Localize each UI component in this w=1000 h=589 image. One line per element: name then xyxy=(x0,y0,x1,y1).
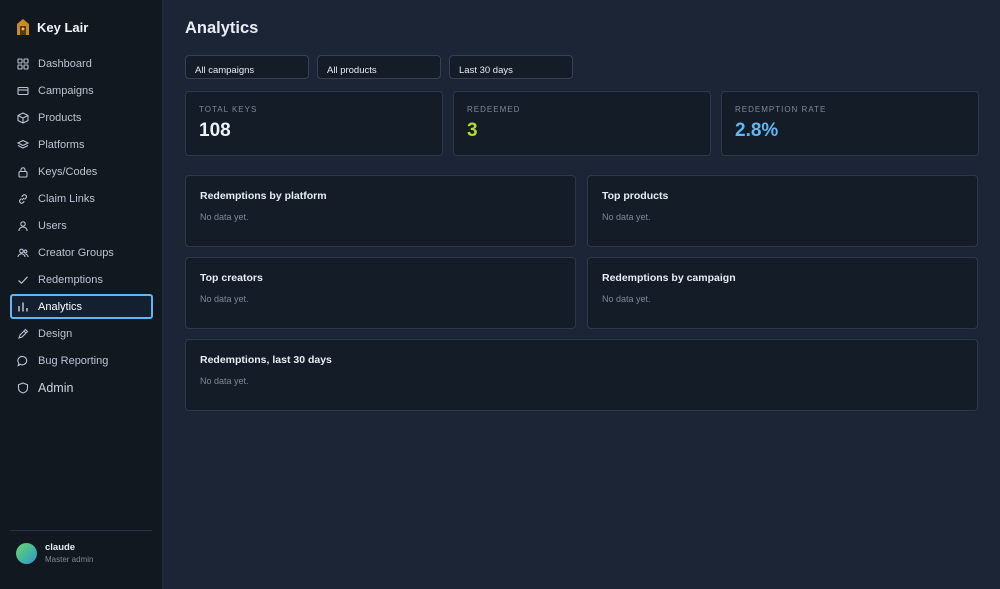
panel-top-creators: Top creators No data yet. xyxy=(185,257,576,329)
sidebar-nav: Dashboard Campaigns Products Platforms K… xyxy=(10,51,153,402)
empty-state: No data yet. xyxy=(200,294,249,304)
sidebar-item-label: Users xyxy=(38,219,67,232)
sidebar-item-label: Bug Reporting xyxy=(38,354,109,367)
user-name: claude xyxy=(45,542,76,553)
brand[interactable]: Key Lair xyxy=(17,19,88,35)
sidebar-item-label: Products xyxy=(38,111,82,124)
sidebar-item-label: Admin xyxy=(38,380,74,395)
panel-redemptions-last-30-days: Redemptions, last 30 days No data yet. xyxy=(185,339,978,411)
empty-state: No data yet. xyxy=(602,212,651,222)
stat-card-redemption-rate: REDEMPTION RATE 2.8% xyxy=(721,91,979,156)
stat-value: 108 xyxy=(199,120,231,141)
sidebar-item-claim-links[interactable]: Claim Links xyxy=(10,186,153,211)
empty-state: No data yet. xyxy=(602,294,651,304)
sidebar-item-redemptions[interactable]: Redemptions xyxy=(10,267,153,292)
sidebar-item-label: Design xyxy=(38,327,73,340)
stat-label: TOTAL KEYS xyxy=(199,105,258,114)
user-info: claude Master admin xyxy=(45,542,93,564)
brand-name: Key Lair xyxy=(37,19,89,35)
sidebar-item-campaigns[interactable]: Campaigns xyxy=(10,78,153,103)
grid-icon xyxy=(17,57,29,70)
sidebar-item-label: Campaigns xyxy=(38,84,94,97)
panel-title: Top products xyxy=(602,190,669,202)
main-content: Analytics All campaigns All products Las… xyxy=(163,0,1000,589)
panel-title: Redemptions by campaign xyxy=(602,272,736,284)
sidebar-item-label: Keys/Codes xyxy=(38,165,98,178)
panel-title: Top creators xyxy=(200,272,263,284)
product-filter-select[interactable]: All products xyxy=(317,55,441,79)
date-range-select[interactable]: Last 30 days xyxy=(449,55,573,79)
panel-redemptions-by-platform: Redemptions by platform No data yet. xyxy=(185,175,576,247)
user-profile[interactable]: claude Master admin xyxy=(10,530,152,564)
check-icon xyxy=(18,275,28,284)
stat-label: REDEEMED xyxy=(467,105,521,114)
sidebar-item-label: Redemptions xyxy=(38,273,103,286)
stat-card-redeemed: REDEEMED 3 xyxy=(453,91,711,156)
sidebar-item-keys-codes[interactable]: Keys/Codes xyxy=(10,159,153,184)
empty-state: No data yet. xyxy=(200,376,249,386)
sidebar-item-design[interactable]: Design xyxy=(10,321,153,346)
sidebar-item-label: Dashboard xyxy=(38,57,92,70)
empty-state: No data yet. xyxy=(200,212,249,222)
sidebar-item-creator-groups[interactable]: Creator Groups xyxy=(10,240,153,265)
panel-title: Redemptions, last 30 days xyxy=(200,354,332,366)
panel-top-products: Top products No data yet. xyxy=(587,175,978,247)
sidebar-item-bug-reporting[interactable]: Bug Reporting xyxy=(10,348,153,373)
campaign-filter-select[interactable]: All campaigns xyxy=(185,55,309,79)
panel-redemptions-by-campaign: Redemptions by campaign No data yet. xyxy=(587,257,978,329)
stat-value: 3 xyxy=(467,120,478,141)
sidebar-item-products[interactable]: Products xyxy=(10,105,153,130)
stat-label: REDEMPTION RATE xyxy=(735,105,827,114)
sidebar-item-label: Platforms xyxy=(38,138,85,151)
user-role: Master admin xyxy=(45,555,94,564)
lock-icon xyxy=(18,166,28,178)
filter-bar: All campaigns All products Last 30 days xyxy=(185,55,573,79)
sidebar-item-admin[interactable]: Admin xyxy=(10,375,153,400)
user-icon xyxy=(18,220,28,231)
users-icon xyxy=(17,248,29,257)
sidebar-item-analytics[interactable]: Analytics xyxy=(10,294,153,319)
sidebar-item-label: Claim Links xyxy=(38,192,95,205)
layers-icon xyxy=(17,139,29,149)
stat-card-total-keys: TOTAL KEYS 108 xyxy=(185,91,443,156)
card-icon xyxy=(17,86,29,95)
chat-icon xyxy=(17,355,28,367)
stats-row: TOTAL KEYS 108 REDEEMED 3 REDEMPTION RAT… xyxy=(185,91,979,156)
sidebar: Key Lair Dashboard Campaigns Products Pl… xyxy=(0,0,163,589)
sidebar-item-label: Creator Groups xyxy=(38,246,114,259)
sidebar-item-dashboard[interactable]: Dashboard xyxy=(10,51,153,76)
shield-icon xyxy=(17,381,29,394)
page-title: Analytics xyxy=(185,19,259,37)
box-icon xyxy=(17,111,29,124)
sidebar-item-label: Analytics xyxy=(38,300,83,313)
sidebar-item-users[interactable]: Users xyxy=(10,213,153,238)
bar-chart-icon xyxy=(18,302,28,311)
panel-title: Redemptions by platform xyxy=(200,190,327,202)
pen-icon xyxy=(18,328,29,339)
avatar xyxy=(16,542,37,564)
link-icon xyxy=(19,193,27,204)
sidebar-item-platforms[interactable]: Platforms xyxy=(10,132,153,157)
house-key-icon xyxy=(17,19,29,35)
stat-value: 2.8% xyxy=(735,120,779,141)
